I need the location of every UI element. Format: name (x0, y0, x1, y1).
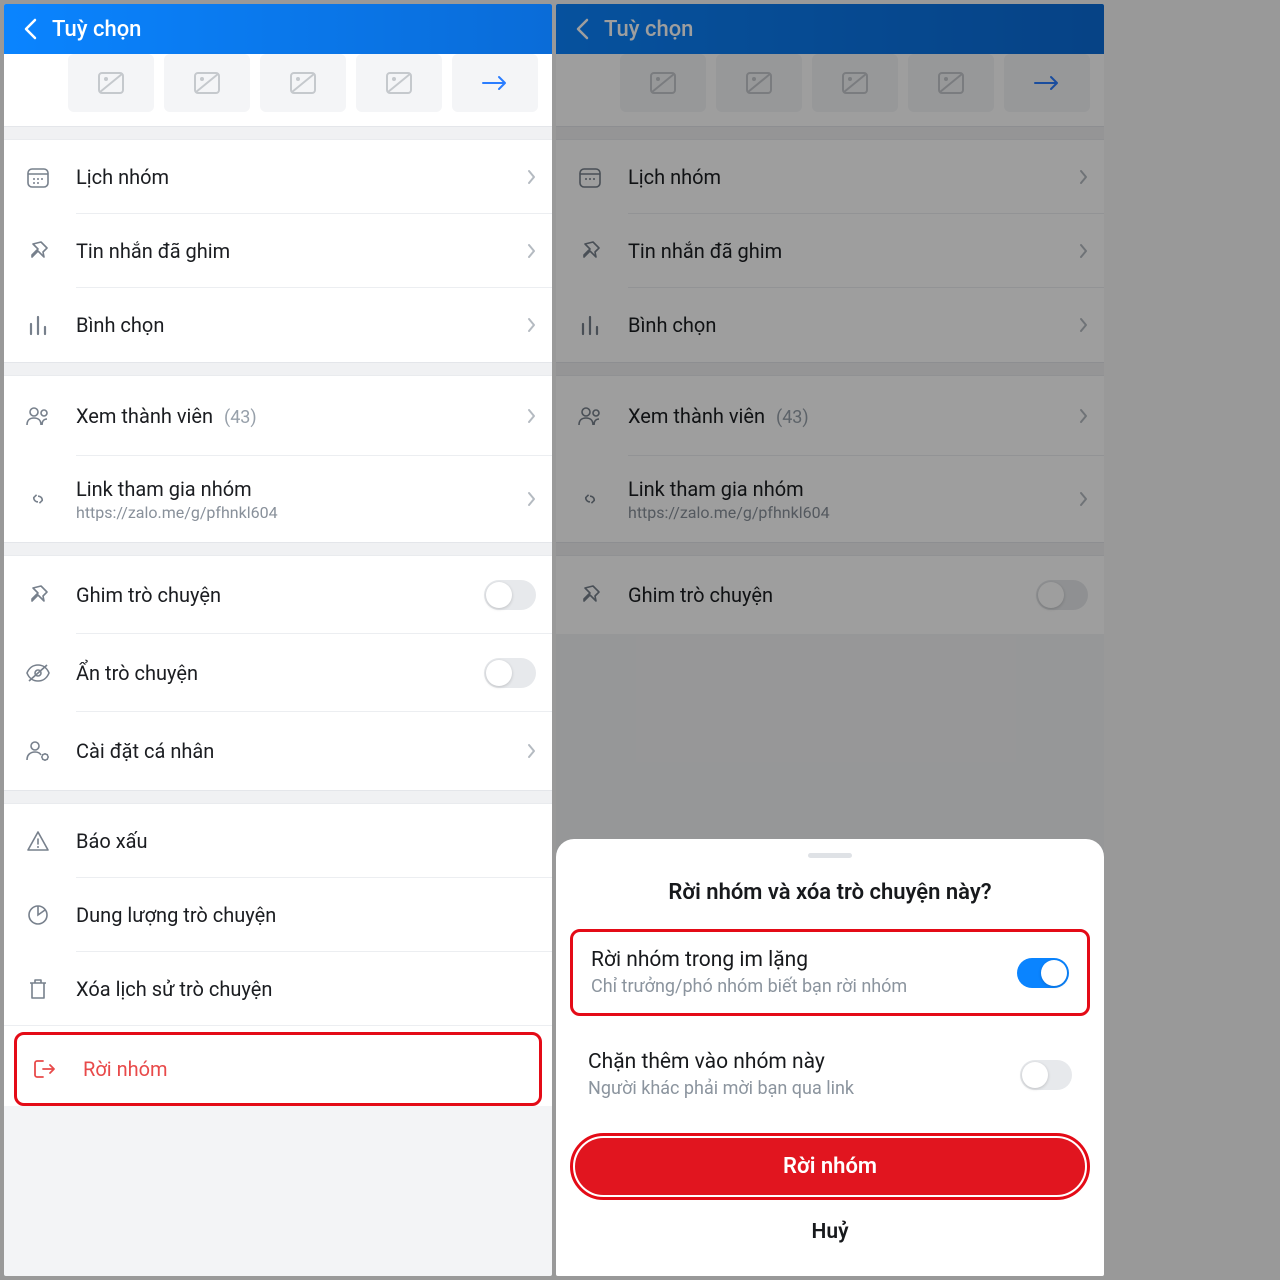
row-label: Xóa lịch sử trò chuyện (76, 977, 536, 1001)
sheet-option-label: Chặn thêm vào nhóm này (588, 1050, 1020, 1074)
chevron-right-icon (527, 317, 536, 333)
eye-off-icon (25, 663, 51, 683)
row-label: Cài đặt cá nhân (76, 739, 519, 763)
people-icon (25, 405, 51, 427)
row-label: Báo xấu (76, 829, 536, 853)
warning-icon (26, 830, 50, 852)
link-url: https://zalo.me/g/pfhnkl604 (76, 503, 519, 522)
header-bar: Tuỳ chọn (4, 4, 552, 54)
row-poll[interactable]: Bình chọn (4, 288, 552, 362)
media-strip (4, 54, 552, 126)
silent-toggle[interactable] (1017, 958, 1069, 988)
row-label: Tin nhắn đã ghim (76, 239, 519, 263)
pin-chat-toggle[interactable] (484, 580, 536, 610)
row-personal[interactable]: Cài đặt cá nhân (4, 712, 552, 790)
sheet-option-silent[interactable]: Rời nhóm trong im lặng Chỉ trưởng/phó nh… (570, 929, 1090, 1016)
media-more-button[interactable] (452, 54, 538, 112)
image-placeholder-icon (194, 72, 220, 94)
row-label: Lịch nhóm (76, 165, 519, 189)
hide-chat-toggle[interactable] (484, 658, 536, 688)
section-members: Xem thành viên (43) Link tham gia nhóm h… (4, 376, 552, 542)
row-label: Ẩn trò chuyện (76, 661, 484, 685)
pie-icon (27, 904, 49, 926)
row-label: Dung lượng trò chuyện (76, 903, 536, 927)
section-chat-settings: Ghim trò chuyện Ẩn trò chuyện Cài đặt cá… (4, 556, 552, 790)
media-thumb[interactable] (164, 54, 250, 112)
chevron-right-icon (527, 408, 536, 424)
members-count: (43) (224, 407, 257, 428)
image-placeholder-icon (386, 72, 412, 94)
user-gear-icon (25, 740, 51, 762)
leave-icon (33, 1058, 57, 1080)
image-placeholder-icon (98, 72, 124, 94)
chevron-right-icon (527, 491, 536, 507)
block-toggle[interactable] (1020, 1060, 1072, 1090)
media-section (4, 54, 552, 126)
poll-icon (27, 314, 49, 336)
chevron-right-icon (527, 243, 536, 259)
screen-left: Tuỳ chọn Lịch nhóm Tin nhắn đã ghim Bình… (4, 4, 552, 1276)
media-thumb[interactable] (356, 54, 442, 112)
leave-button[interactable]: Rời nhóm (575, 1138, 1085, 1195)
media-thumb[interactable] (260, 54, 346, 112)
sheet-option-sub: Người khác phải mời bạn qua link (588, 1078, 1020, 1099)
row-label: Rời nhóm (83, 1057, 529, 1081)
row-clear[interactable]: Xóa lịch sử trò chuyện (4, 952, 552, 1026)
page-title: Tuỳ chọn (52, 17, 141, 42)
row-label: Ghim trò chuyện (76, 583, 484, 607)
row-label: Xem thành viên (43) (76, 404, 519, 428)
row-members[interactable]: Xem thành viên (43) (4, 376, 552, 456)
sheet-grabber[interactable] (808, 853, 852, 858)
row-storage[interactable]: Dung lượng trò chuyện (4, 878, 552, 952)
arrow-right-icon (481, 75, 509, 91)
pin-icon (27, 584, 49, 606)
section-actions: Báo xấu Dung lượng trò chuyện Xóa lịch s… (4, 804, 552, 1106)
row-label: Bình chọn (76, 313, 519, 337)
chevron-left-icon (23, 18, 37, 40)
row-leave[interactable]: Rời nhóm (14, 1032, 542, 1106)
media-thumb[interactable] (68, 54, 154, 112)
chevron-right-icon (527, 169, 536, 185)
chevron-right-icon (527, 743, 536, 759)
calendar-icon (26, 165, 50, 189)
sheet-option-sub: Chỉ trưởng/phó nhóm biết bạn rời nhóm (591, 976, 1017, 997)
row-report[interactable]: Báo xấu (4, 804, 552, 878)
row-link[interactable]: Link tham gia nhóm https://zalo.me/g/pfh… (4, 456, 552, 542)
image-placeholder-icon (290, 72, 316, 94)
group-divider (4, 542, 552, 556)
cancel-button[interactable]: Huỷ (556, 1220, 1104, 1244)
row-calendar[interactable]: Lịch nhóm (4, 140, 552, 214)
group-divider (4, 362, 552, 376)
leave-button-highlight: Rời nhóm (570, 1133, 1090, 1200)
group-divider (4, 126, 552, 140)
row-hide-chat[interactable]: Ẩn trò chuyện (4, 634, 552, 712)
sheet-option-label: Rời nhóm trong im lặng (591, 948, 1017, 972)
leave-sheet: Rời nhóm và xóa trò chuyện này? Rời nhóm… (556, 839, 1104, 1276)
group-divider (4, 790, 552, 804)
sheet-option-block[interactable]: Chặn thêm vào nhóm này Người khác phải m… (570, 1034, 1090, 1115)
back-button[interactable] (12, 11, 48, 47)
section-schedule: Lịch nhóm Tin nhắn đã ghim Bình chọn (4, 140, 552, 362)
link-icon (26, 487, 50, 511)
screen-right: Tuỳ chọn Lịch nhóm Tin nhắn đã ghim Bình… (556, 4, 1104, 1276)
sheet-title: Rời nhóm và xóa trò chuyện này? (556, 880, 1104, 905)
pin-icon (27, 240, 49, 262)
row-label: Link tham gia nhóm (76, 477, 519, 501)
trash-icon (27, 977, 49, 1001)
row-pin-chat[interactable]: Ghim trò chuyện (4, 556, 552, 634)
row-pinned[interactable]: Tin nhắn đã ghim (4, 214, 552, 288)
